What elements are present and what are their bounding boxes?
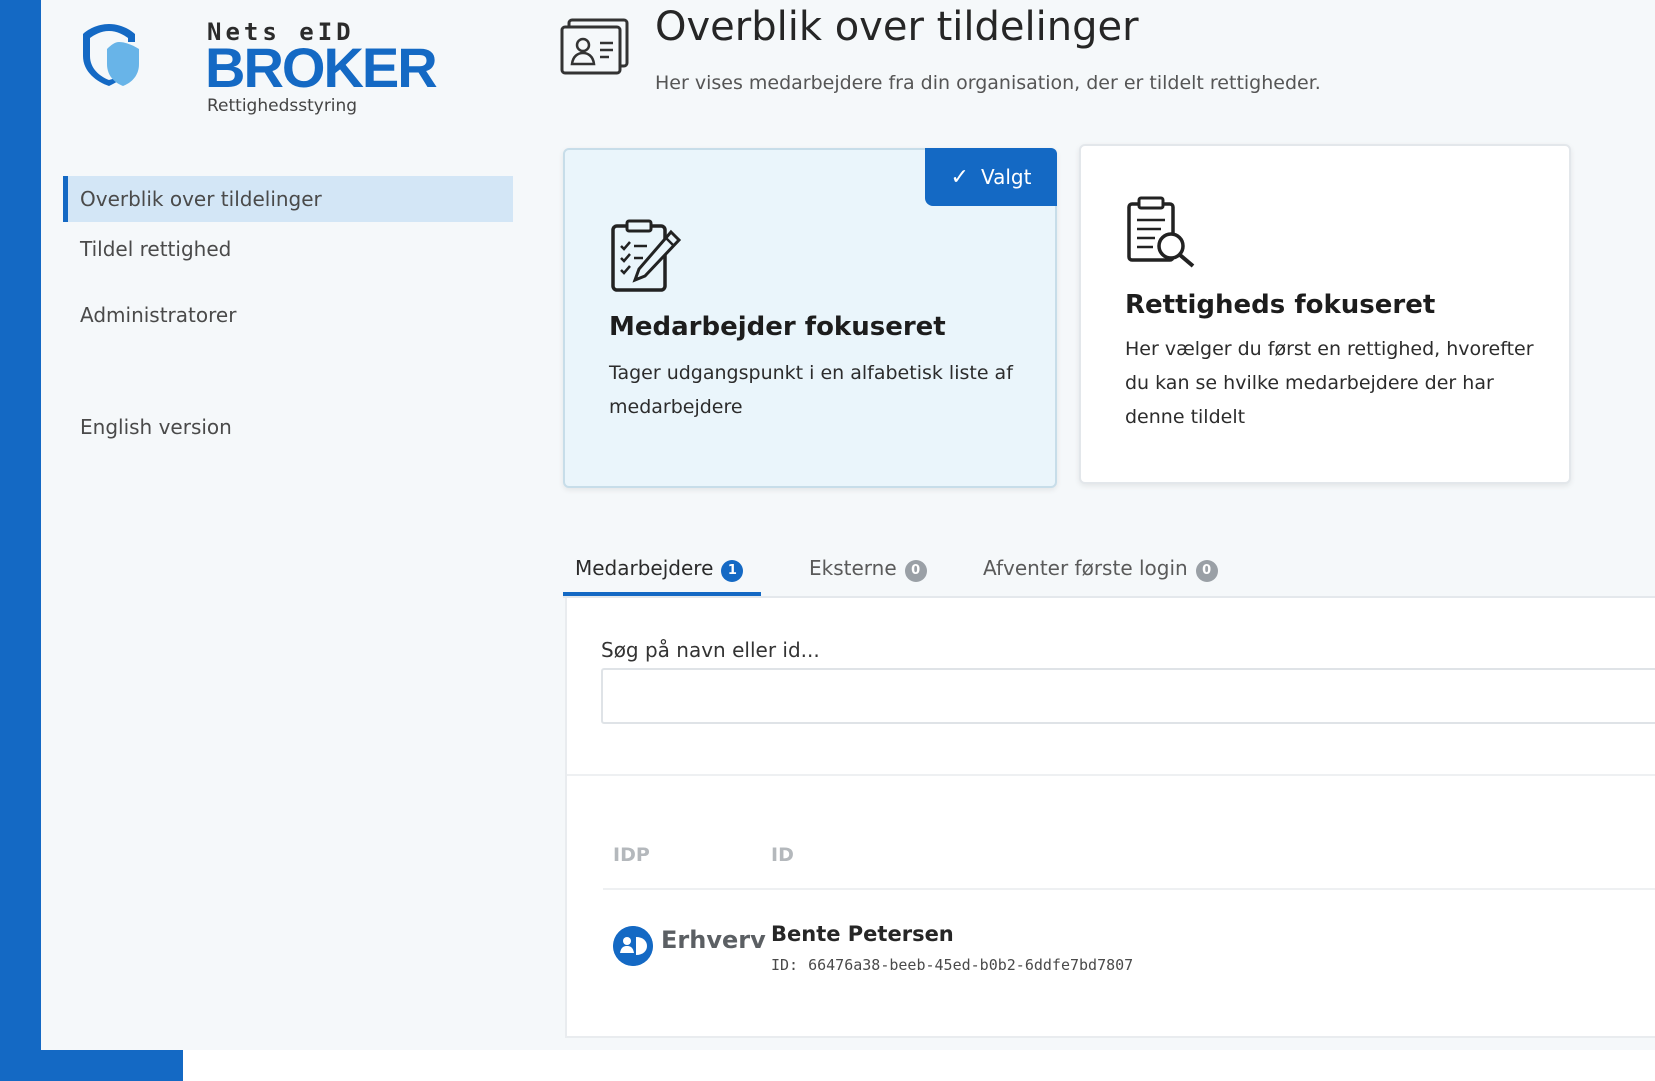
mode-card-description: Her vælger du først en rettighed, hvoref… [1125, 338, 1534, 428]
tab-awaiting-first-login[interactable]: Afventer første login 0 [983, 548, 1218, 596]
brand-logo[interactable]: Nets eID BROKER Rettighedsstyring [79, 10, 438, 120]
mitid-erhverv-icon [613, 926, 653, 966]
tab-count-badge: 0 [904, 560, 927, 582]
sidebar-item-assign-right[interactable]: Tildel rettighed [63, 226, 513, 272]
sidebar-item-administrators[interactable]: Administratorer [63, 292, 513, 338]
column-header-idp[interactable]: IDP [613, 844, 650, 866]
person-id-prefix: ID: [771, 956, 799, 974]
mode-card-title: Medarbejder fokuseret [609, 312, 946, 342]
bottom-accent-block [41, 1050, 183, 1081]
brand-subtitle: Rettighedsstyring [207, 96, 358, 116]
panel-divider [567, 774, 1655, 776]
tab-count-badge: 1 [721, 560, 744, 582]
search-input[interactable] [601, 668, 1655, 724]
column-header-id[interactable]: ID [771, 844, 794, 866]
mode-card-description: Tager udgangspunkt i en alfabetisk liste… [609, 362, 1013, 418]
tab-label: Eksterne [809, 556, 897, 580]
app-window: Nets eID BROKER Rettighedsstyring Overbl… [41, 0, 1655, 1050]
mode-card-right-focused[interactable]: Rettigheds fokuseret Her vælger du først… [1079, 144, 1571, 484]
person-id-value: 66476a38-beeb-45ed-b0b2-6ddfe7bd7807 [808, 956, 1134, 974]
checkmark-icon: ✓ [950, 165, 969, 190]
page-title: Overblik over tildelinger [655, 4, 1139, 50]
idp-label: Erhverv [661, 926, 766, 954]
sidebar-item-english-version[interactable]: English version [63, 404, 513, 450]
sidebar-item-overview[interactable]: Overblik over tildelinger [63, 176, 513, 222]
tab-employees[interactable]: Medarbejdere 1 [563, 548, 761, 596]
tab-count-badge: 0 [1195, 560, 1218, 582]
mode-card-employee-focused[interactable]: ✓ Valgt Medarbejder fokuseret Tager udgan… [563, 148, 1057, 488]
selected-badge-label: Valgt [980, 165, 1032, 189]
tab-label: Afventer første login [983, 556, 1188, 580]
shield-logo-icon [83, 24, 139, 86]
employees-panel: Søg på navn eller id... IDP ID Erhverv B… [565, 598, 1655, 1038]
selected-badge: ✓ Valgt [925, 148, 1057, 206]
search-label: Søg på navn eller id... [601, 638, 820, 662]
clipboard-pen-icon [611, 219, 682, 292]
tab-externals[interactable]: Eksterne 0 [809, 548, 927, 596]
clipboard-search-icon [1127, 196, 1195, 268]
tab-label: Medarbejdere [575, 556, 714, 580]
page-subtitle: Her vises medarbejdere fra din organisat… [655, 72, 1321, 94]
mode-card-title: Rettigheds fokuseret [1125, 290, 1436, 320]
id-card-icon [560, 18, 629, 75]
table-row[interactable]: Erhverv Bente Petersen ID: 66476a38-beeb-… [603, 890, 1655, 1010]
brand-name: BROKER [205, 36, 438, 99]
person-id: ID: 66476a38-beeb-45ed-b0b2-6ddfe7bd7807 [771, 956, 1133, 974]
person-name: Bente Petersen [771, 922, 954, 946]
tab-bar: Medarbejdere 1 Eksterne 0 Afventer første … [563, 548, 1655, 598]
left-accent-bar [0, 0, 41, 1081]
